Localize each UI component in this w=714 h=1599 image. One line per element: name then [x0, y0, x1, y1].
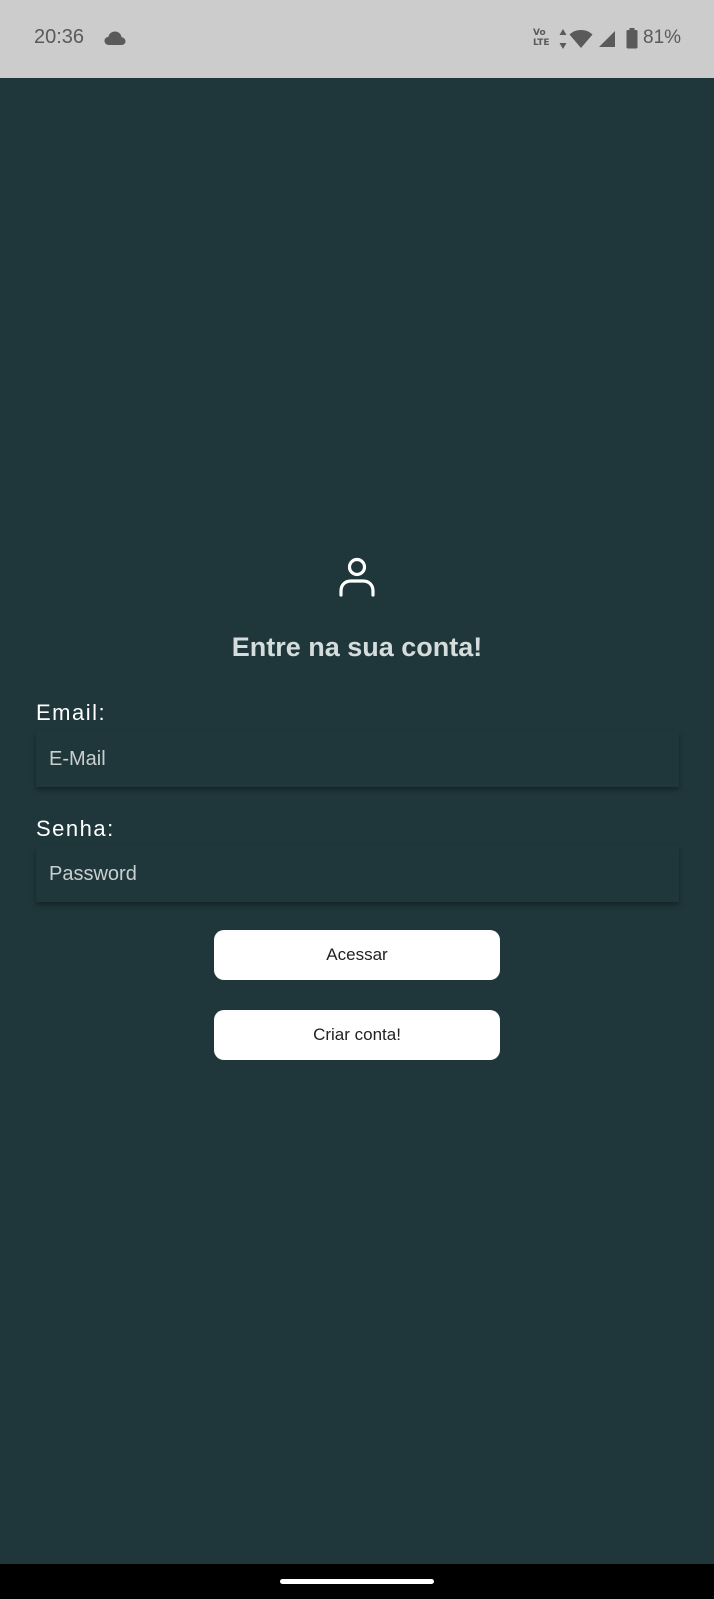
battery-icon — [626, 28, 638, 49]
wifi-icon — [569, 30, 593, 48]
password-field[interactable] — [36, 846, 679, 902]
home-indicator[interactable] — [280, 1579, 434, 1584]
cloud-icon — [104, 31, 126, 45]
page-title: Entre na sua conta! — [231, 632, 483, 662]
volte-bottom-text: LTE — [533, 38, 550, 48]
volte-icon: Vo LTE — [533, 28, 557, 52]
email-field[interactable] — [36, 731, 679, 787]
email-label: Email: — [36, 700, 107, 725]
data-arrows-icon — [559, 29, 567, 49]
status-bar: 20:36 Vo LTE 81% — [0, 0, 714, 78]
create-account-button[interactable]: Criar conta! — [214, 1010, 500, 1060]
password-label: Senha: — [36, 816, 115, 841]
volte-top-text: Vo — [533, 28, 546, 38]
status-time: 20:36 — [34, 26, 85, 48]
signal-icon — [599, 31, 615, 47]
user-icon — [339, 557, 375, 597]
battery-percent: 81% — [643, 27, 682, 48]
login-button[interactable]: Acessar — [214, 930, 500, 980]
login-screen: 20:36 Vo LTE 81% Entre na sua conta! Ema… — [0, 0, 714, 1599]
